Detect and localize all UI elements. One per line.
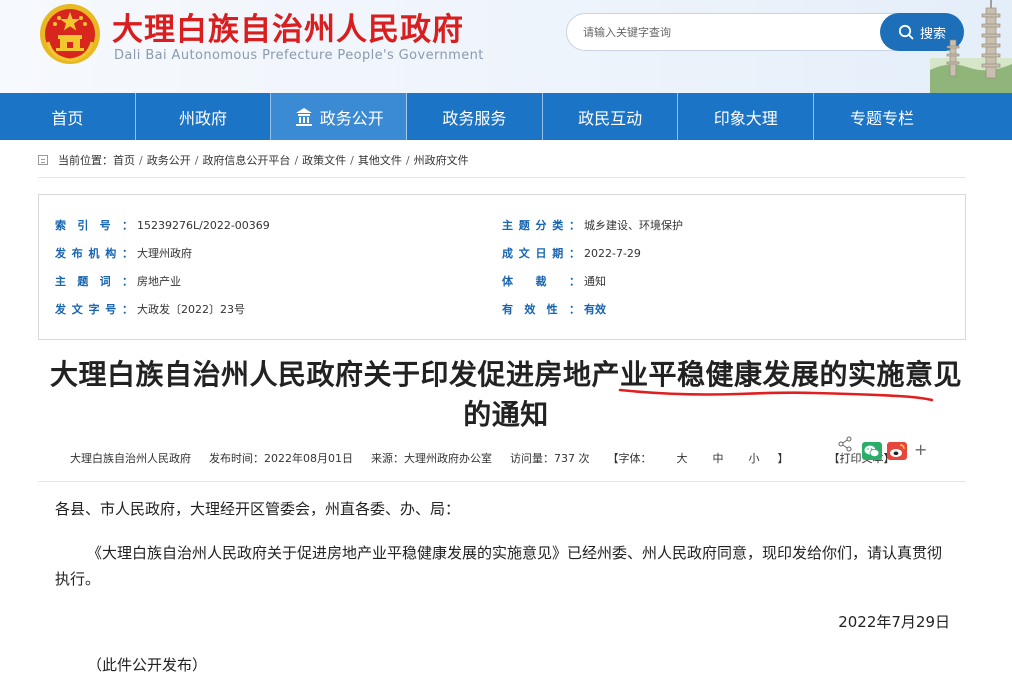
nav-item-home[interactable]: 首页 xyxy=(0,93,136,140)
search-icon xyxy=(898,24,914,40)
article-meta: 大理白族自治州人民政府 发布时间：2022年08月01日 来源：大理州政府办公室… xyxy=(70,448,950,468)
info-label: 索引号： xyxy=(55,219,133,232)
breadcrumb-item[interactable]: 州政府文件 xyxy=(414,152,469,168)
breadcrumb-prefix: 当前位置： xyxy=(58,154,113,167)
main-nav: 首页 州政府 政务公开 政务服务 政民互动 印象大理 专题专栏 xyxy=(0,93,1012,140)
info-genre: 体裁： 通知 xyxy=(502,272,606,290)
meta-publish-time: 发布时间：2022年08月01日 xyxy=(209,452,353,465)
document-info-box: 索引号： 15239276L/2022-00369 主题分类： 城乡建设、环境保… xyxy=(38,194,966,340)
nav-item-government[interactable]: 州政府 xyxy=(136,93,272,140)
site-subtitle: Dali Bai Autonomous Prefecture People's … xyxy=(114,48,484,63)
article-title-line: 大理白族自治州人民政府关于印发促进房地产业平稳健康发展的实施意见 xyxy=(49,358,962,391)
info-label: 发文字号： xyxy=(55,303,133,316)
wechat-icon[interactable] xyxy=(862,442,882,460)
meta-source: 来源：大理州政府办公室 xyxy=(371,452,492,465)
nav-item-open-affairs[interactable]: 政务公开 xyxy=(271,93,408,140)
meta-publisher: 大理白族自治州人民政府 xyxy=(70,452,191,465)
info-value: 通知 xyxy=(584,275,606,288)
nav-item-label: 政务公开 xyxy=(319,108,384,128)
breadcrumb-separator: / xyxy=(405,153,410,167)
breadcrumb: 当前位置： 首页 / 政务公开 / 政府信息公开平台 / 政策文件 / 其他文件 / 州政… xyxy=(38,150,966,170)
info-publisher: 发布机构： 大理州政府 xyxy=(55,244,192,262)
info-value: 15239276L/2022-00369 xyxy=(137,218,270,232)
breadcrumb-separator: / xyxy=(294,153,299,167)
divider xyxy=(38,481,966,482)
pagoda-decoration-icon xyxy=(930,0,1012,93)
article-title-line: 的通知 xyxy=(463,398,549,431)
meta-views: 访问量：737 次 xyxy=(510,452,590,465)
info-label: 成文日期： xyxy=(502,247,580,260)
nav-item-interaction[interactable]: 政民互动 xyxy=(543,93,679,140)
info-label: 主题词： xyxy=(55,275,133,288)
font-size-large[interactable]: 大 xyxy=(677,452,688,465)
info-docno: 发文字号： 大政发〔2022〕23号 xyxy=(55,300,245,318)
search-box: 搜索 xyxy=(566,13,964,51)
breadcrumb-item[interactable]: 其他文件 xyxy=(358,152,402,168)
info-value: 大政发〔2022〕23号 xyxy=(137,303,245,316)
nav-item-label: 政民互动 xyxy=(578,108,643,128)
temple-icon xyxy=(295,107,312,126)
info-topic: 主题词： 房地产业 xyxy=(55,272,181,290)
nav-item-topics[interactable]: 专题专栏 xyxy=(814,93,950,140)
info-index: 索引号： 15239276L/2022-00369 xyxy=(55,216,270,234)
info-date: 成文日期： 2022-7-29 xyxy=(502,244,641,262)
info-validity: 有效性： 有效 xyxy=(502,300,606,318)
breadcrumb-item[interactable]: 首页 xyxy=(113,152,135,168)
article-paragraph: 《大理白族自治州人民政府关于促进房地产业平稳健康发展的实施意见》已经州委、州人民… xyxy=(55,544,943,588)
font-size-control: 【字体： 大 中 小 】 xyxy=(608,450,807,466)
font-size-medium[interactable]: 中 xyxy=(713,452,724,465)
font-size-suffix: 】 xyxy=(777,452,789,465)
nav-item-label: 政务服务 xyxy=(442,108,507,128)
info-value: 城乡建设、环境保护 xyxy=(584,219,683,232)
breadcrumb-separator: / xyxy=(194,153,199,167)
article-note: （此件公开发布） xyxy=(87,656,208,674)
divider xyxy=(38,177,966,178)
site-header: 大理白族自治州人民政府 Dali Bai Autonomous Prefectu… xyxy=(0,0,1012,93)
info-label: 主题分类： xyxy=(502,219,580,232)
info-value: 有效 xyxy=(584,303,606,316)
article-date: 2022年7月29日 xyxy=(838,613,950,631)
nav-item-label: 印象大理 xyxy=(713,108,778,128)
more-share-icon[interactable]: + xyxy=(914,440,927,460)
weibo-icon[interactable] xyxy=(887,442,907,460)
breadcrumb-item[interactable]: 政策文件 xyxy=(302,152,346,168)
info-value: 大理州政府 xyxy=(137,247,192,260)
search-input[interactable] xyxy=(583,23,873,41)
info-label: 发布机构： xyxy=(55,247,133,260)
nav-item-label: 州政府 xyxy=(179,108,228,128)
nav-item-label: 专题专栏 xyxy=(849,108,914,128)
font-size-small[interactable]: 小 xyxy=(749,452,760,465)
location-icon xyxy=(38,155,48,165)
breadcrumb-item[interactable]: 政府信息公开平台 xyxy=(202,152,290,168)
nav-item-services[interactable]: 政务服务 xyxy=(407,93,543,140)
info-category: 主题分类： 城乡建设、环境保护 xyxy=(502,216,683,234)
article-paragraph: 各县、市人民政府，大理经开区管委会，州直各委、办、局： xyxy=(55,500,461,518)
breadcrumb-item[interactable]: 政务公开 xyxy=(147,152,191,168)
article-title: 大理白族自治州人民政府关于印发促进房地产业平稳健康发展的实施意见 的通知 xyxy=(30,355,982,435)
site-title: 大理白族自治州人民政府 xyxy=(112,12,464,48)
nav-item-label: 首页 xyxy=(51,108,84,128)
info-value: 2022-7-29 xyxy=(584,246,641,260)
info-label: 体裁： xyxy=(502,275,580,288)
breadcrumb-separator: / xyxy=(139,153,143,167)
info-value: 房地产业 xyxy=(137,275,181,288)
breadcrumb-separator: / xyxy=(350,153,354,167)
national-emblem-icon xyxy=(40,4,100,64)
nav-item-impression[interactable]: 印象大理 xyxy=(678,93,815,140)
font-size-prefix: 【字体： xyxy=(607,452,652,465)
share-icon[interactable] xyxy=(837,436,853,452)
info-label: 有效性： xyxy=(502,303,580,316)
